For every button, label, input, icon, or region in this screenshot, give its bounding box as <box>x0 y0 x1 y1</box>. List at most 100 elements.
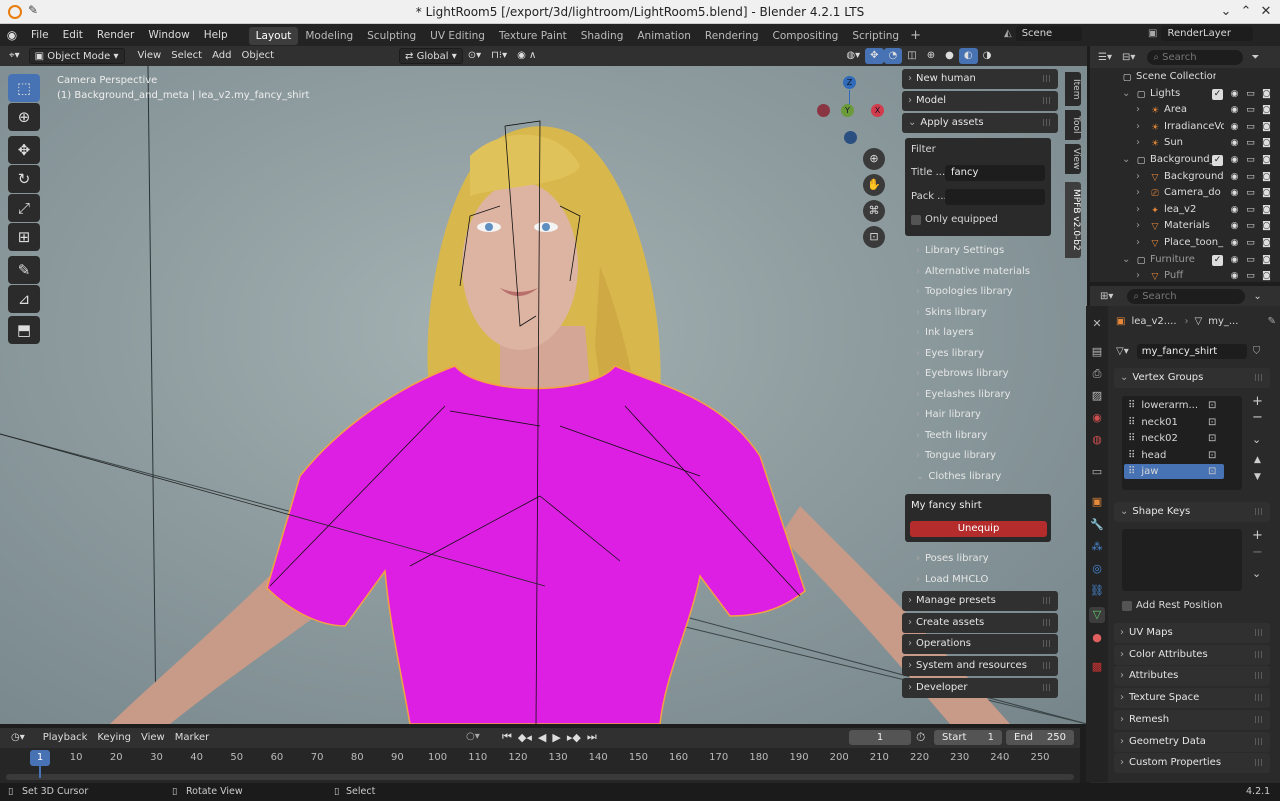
chevron-right-icon[interactable]: ⌄ <box>1122 152 1130 169</box>
vertex-group-row[interactable]: ⠿ lowerarm... ⊡ <box>1124 398 1224 413</box>
menu-window[interactable]: Window <box>141 24 196 46</box>
specials-menu-icon[interactable]: ⌄ <box>1252 433 1261 446</box>
library-ink-layers[interactable]: › Ink layers <box>916 323 1056 342</box>
chevron-right-icon[interactable]: › <box>1136 202 1140 219</box>
lock-icon[interactable]: ⊡ <box>1208 431 1216 446</box>
gizmo-neg-z[interactable] <box>844 131 857 144</box>
drag-handle-icon[interactable] <box>1043 119 1052 126</box>
monitor-icon[interactable]: ▭ <box>1245 172 1256 183</box>
tab-layout[interactable]: Layout <box>248 27 299 45</box>
move-icon[interactable]: ✥ <box>8 136 40 164</box>
drag-handle-icon[interactable] <box>1043 618 1052 626</box>
overlay-toggle-icon[interactable]: ◔ <box>883 48 903 64</box>
lock-camera-icon[interactable]: ⊡ <box>863 226 885 248</box>
vertex-groups-header[interactable]: ⌄ Vertex Groups <box>1114 368 1270 388</box>
timeline-menu-view[interactable]: View <box>136 730 170 746</box>
add-rest-position-checkbox[interactable] <box>1122 601 1132 611</box>
tab-rendering[interactable]: Rendering <box>698 27 766 45</box>
drag-handle-icon[interactable] <box>1255 694 1264 702</box>
render-camera-icon[interactable]: ◙ <box>1261 221 1272 232</box>
section-uv-maps[interactable]: › UV Maps <box>1114 623 1270 643</box>
eye-icon[interactable]: ◉ <box>1229 122 1240 133</box>
eye-icon[interactable]: ◉ <box>1229 155 1240 166</box>
object-tab-icon[interactable]: ▣ <box>1089 494 1105 510</box>
blender-menu-icon[interactable]: ◉ <box>0 28 24 42</box>
data-tab-icon[interactable]: ▽ <box>1089 607 1105 623</box>
tab-modeling[interactable]: Modeling <box>298 27 360 45</box>
menu-help[interactable]: Help <box>197 24 235 46</box>
filter-icon[interactable]: ⏷ <box>1251 52 1259 63</box>
chevron-right-icon[interactable]: › <box>1136 135 1140 152</box>
viewport-menu-add[interactable]: Add <box>207 48 236 64</box>
outliner-row[interactable]: › ▽ Materials ◉ ▭ ◙ <box>1090 218 1280 235</box>
outliner-row[interactable]: ▢ Scene Collection <box>1090 69 1280 86</box>
gizmo-neg-x[interactable] <box>817 104 830 117</box>
chevron-right-icon[interactable]: › <box>1136 268 1140 285</box>
timeline-editor-icon[interactable]: ◷▾ <box>6 730 30 746</box>
library-teeth-library[interactable]: › Teeth library <box>916 426 1056 445</box>
timeline-menu-playback[interactable]: Playback <box>38 730 93 746</box>
jump-start-icon[interactable]: ⏮ <box>502 730 512 744</box>
gizmo-x[interactable]: X <box>871 104 884 117</box>
end-frame-field[interactable]: End 250 <box>1006 730 1074 745</box>
shape-keys-header[interactable]: ⌄ Shape Keys <box>1114 502 1270 522</box>
display-mode-icon[interactable]: ⊟▾ <box>1122 52 1135 63</box>
sidebar-tab-tool[interactable]: Tool <box>1065 110 1081 140</box>
panel-operations[interactable]: › Operations <box>902 634 1058 655</box>
outliner-search[interactable]: ⌕ Search <box>1147 49 1244 65</box>
chevron-right-icon[interactable]: › <box>1136 169 1140 186</box>
start-frame-field[interactable]: Start 1 <box>934 730 1002 745</box>
chevron-right-icon[interactable]: › <box>1136 235 1140 252</box>
section-attributes[interactable]: › Attributes <box>1114 666 1270 687</box>
monitor-icon[interactable]: ▭ <box>1245 122 1256 133</box>
output-tab-icon[interactable]: ⎙ <box>1089 366 1105 382</box>
eye-icon[interactable]: ◉ <box>1229 271 1240 282</box>
chevron-right-icon[interactable]: › <box>1136 119 1140 136</box>
tab-scripting[interactable]: Scripting <box>845 27 906 45</box>
tab-uv-editing[interactable]: UV Editing <box>423 27 492 45</box>
mode-selector[interactable]: ▣ Object Mode ▾ <box>28 48 125 64</box>
shading-solid-icon[interactable]: ● <box>940 48 959 64</box>
only-equipped-checkbox[interactable] <box>911 215 921 225</box>
drag-handle-icon[interactable] <box>1043 97 1052 104</box>
outliner-row[interactable]: › ☀ Sun ◉ ▭ ◙ <box>1090 135 1280 152</box>
drag-handle-icon[interactable] <box>1043 75 1052 82</box>
measure-icon[interactable]: ⊿ <box>8 285 40 313</box>
gizmo-toggle-icon[interactable]: ✥ <box>865 48 884 64</box>
lock-icon[interactable]: ⊡ <box>1208 398 1216 413</box>
gizmo-y[interactable]: Y <box>841 104 854 117</box>
library-topologies-library[interactable]: › Topologies library <box>916 282 1056 301</box>
unequip-button[interactable]: Unequip <box>910 521 1047 537</box>
xray-icon[interactable]: ◫ <box>902 48 921 64</box>
outliner-row[interactable]: › ▽ Place_toon_l ◉ ▭ ◙ <box>1090 235 1280 252</box>
library-poses-library[interactable]: › Poses library <box>916 549 1056 568</box>
lock-icon[interactable]: ⊡ <box>1208 415 1216 430</box>
fake-user-icon[interactable]: ⛉ <box>1253 346 1261 357</box>
library-tongue-library[interactable]: › Tongue library <box>916 446 1056 465</box>
title-filter-input[interactable]: fancy <box>945 165 1045 181</box>
drag-handle-icon[interactable] <box>1255 508 1264 515</box>
eye-icon[interactable]: ◉ <box>1229 205 1240 216</box>
zoom-icon[interactable]: ⊕ <box>863 148 885 170</box>
outliner-row[interactable]: › ▽ Background ◉ ▭ ◙ <box>1090 169 1280 186</box>
annotate-icon[interactable]: ✎ <box>8 256 40 284</box>
monitor-icon[interactable]: ▭ <box>1245 238 1256 249</box>
render-camera-icon[interactable]: ◙ <box>1261 105 1272 116</box>
menu-file[interactable]: File <box>24 24 56 46</box>
eye-icon[interactable]: ◉ <box>1229 221 1240 232</box>
physics-tab-icon[interactable]: ◎ <box>1089 561 1105 577</box>
pin-icon[interactable]: ✎ <box>1268 316 1276 327</box>
drag-handle-icon[interactable] <box>1043 662 1052 670</box>
eye-icon[interactable]: ◉ <box>1229 89 1240 100</box>
panel-model[interactable]: › Model <box>902 91 1058 111</box>
outliner-row[interactable]: ⌄ ▢ Background_and✓ ◉ ▭ ◙ <box>1090 152 1280 169</box>
render-camera-icon[interactable]: ◙ <box>1261 89 1272 100</box>
library-eyebrows-library[interactable]: › Eyebrows library <box>916 364 1056 383</box>
eye-icon[interactable]: ◉ <box>1229 172 1240 183</box>
library-hair-library[interactable]: › Hair library <box>916 405 1056 424</box>
eye-icon[interactable]: ◉ <box>1229 255 1240 266</box>
chevron-down-icon[interactable]: ⌄ <box>1253 291 1261 302</box>
constraints-tab-icon[interactable]: ⛓ <box>1089 583 1105 599</box>
remove-shape-key-icon[interactable]: − <box>1252 545 1263 560</box>
timeline-scrollbar[interactable] <box>6 774 1074 780</box>
